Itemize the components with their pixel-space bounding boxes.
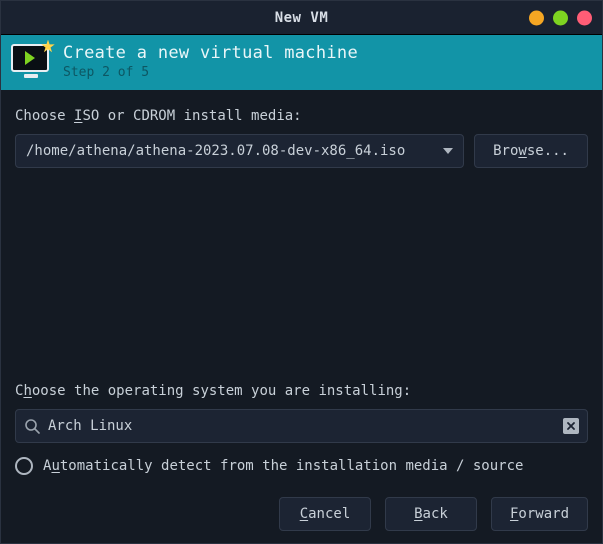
- auto-detect-label: Automatically detect from the installati…: [43, 458, 523, 474]
- vm-icon: [11, 44, 51, 80]
- iso-label: Choose ISO or CDROM install media:: [15, 108, 588, 124]
- minimize-button[interactable]: [529, 10, 544, 25]
- backspace-x-icon: [567, 422, 575, 430]
- new-vm-window: New VM Create a new virtual machine Step…: [0, 0, 603, 544]
- iso-path-dropdown[interactable]: /home/athena/athena-2023.07.08-dev-x86_6…: [15, 134, 464, 168]
- os-label: Choose the operating system you are inst…: [15, 383, 588, 399]
- window-title: New VM: [275, 10, 329, 26]
- os-search-input[interactable]: [48, 418, 555, 434]
- wizard-footer: Cancel Back Forward: [15, 497, 588, 531]
- auto-detect-row[interactable]: Automatically detect from the installati…: [15, 457, 588, 475]
- titlebar: New VM: [1, 1, 602, 35]
- maximize-button[interactable]: [553, 10, 568, 25]
- chevron-down-icon: [443, 148, 453, 154]
- cancel-button[interactable]: Cancel: [279, 497, 371, 531]
- wizard-step: Step 2 of 5: [63, 65, 358, 80]
- window-controls: [529, 10, 592, 25]
- os-search-field[interactable]: [15, 409, 588, 443]
- iso-path-value: /home/athena/athena-2023.07.08-dev-x86_6…: [26, 143, 405, 159]
- wizard-header: Create a new virtual machine Step 2 of 5: [1, 35, 602, 90]
- browse-button[interactable]: Browse...: [474, 134, 588, 168]
- back-button[interactable]: Back: [385, 497, 477, 531]
- auto-detect-radio[interactable]: [15, 457, 33, 475]
- wizard-body: Choose ISO or CDROM install media: /home…: [1, 90, 602, 543]
- search-icon: [24, 418, 40, 434]
- forward-button[interactable]: Forward: [491, 497, 588, 531]
- close-button[interactable]: [577, 10, 592, 25]
- clear-search-button[interactable]: [563, 418, 579, 434]
- wizard-title: Create a new virtual machine: [63, 43, 358, 63]
